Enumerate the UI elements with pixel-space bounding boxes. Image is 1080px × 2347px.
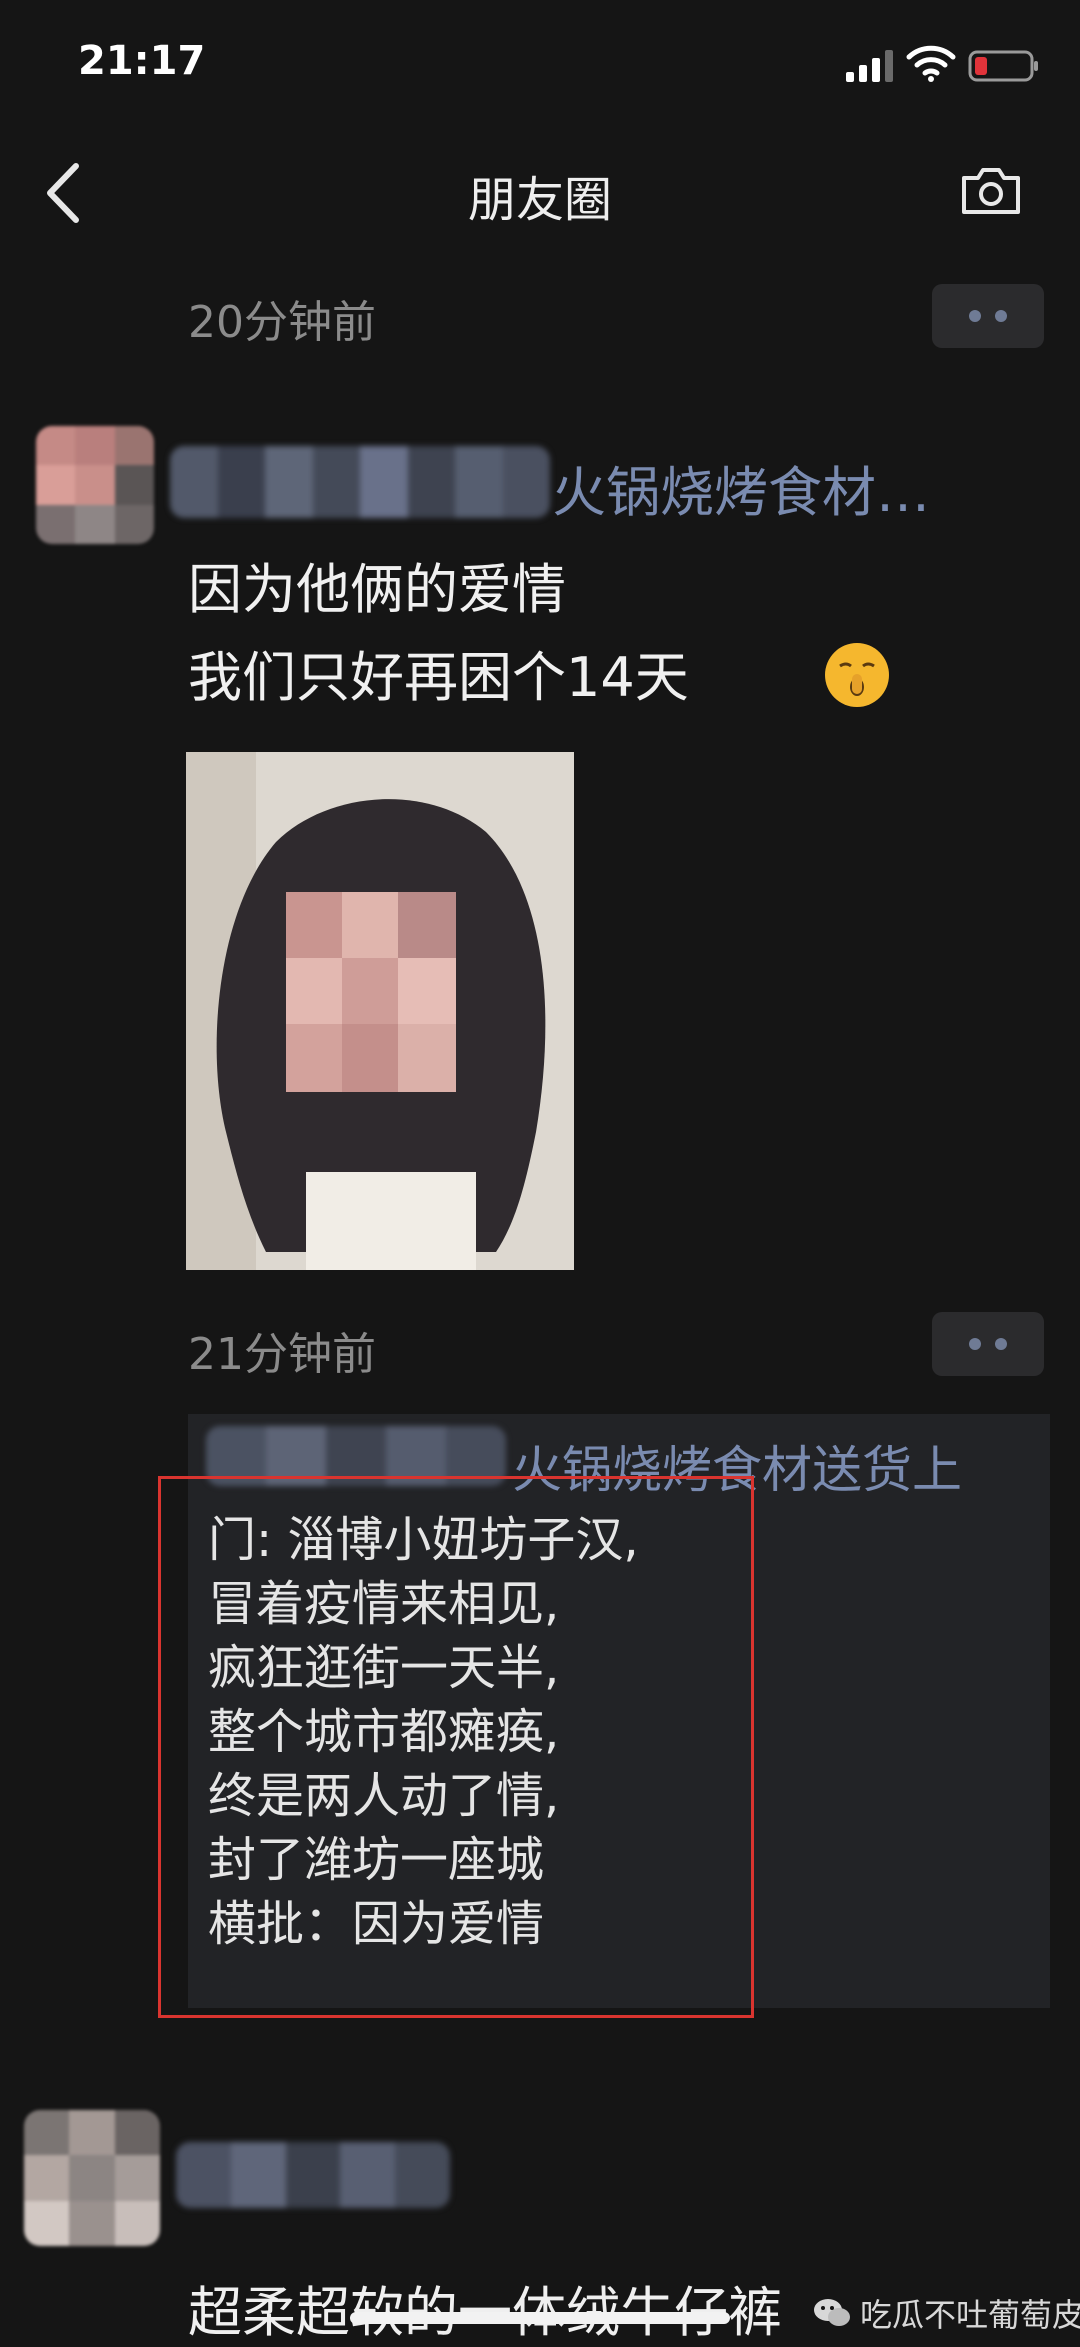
wifi-icon (906, 45, 956, 82)
more-dots-icon (969, 310, 981, 322)
post-photo[interactable] (186, 752, 574, 1270)
camera-icon[interactable] (960, 164, 1022, 216)
watermark: 吃瓜不吐葡萄皮 (812, 2290, 1080, 2336)
watermark-text: 吃瓜不吐葡萄皮 (860, 2296, 1080, 2334)
more-button[interactable] (932, 284, 1044, 348)
signal-icon (846, 50, 893, 82)
post-text-line-1: 因为他俩的爱情 (188, 558, 566, 621)
status-time: 21:17 (78, 38, 206, 84)
home-indicator[interactable] (350, 2312, 730, 2324)
wechat-logo-icon (814, 2299, 850, 2326)
battery-icon (968, 50, 1038, 82)
post-time: 21分钟前 (188, 1329, 376, 1380)
more-button[interactable] (932, 1312, 1044, 1376)
avatar[interactable] (36, 426, 154, 544)
highlight-frame (158, 1476, 754, 2018)
more-dots-icon (969, 1338, 981, 1350)
shush-emoji-icon (825, 643, 889, 707)
nickname-redacted (176, 2142, 450, 2208)
post-text-line-1: 超柔超软的一体绒牛仔裤 (188, 2268, 782, 2347)
post-time: 20分钟前 (188, 297, 376, 348)
post-text-line-2: 我们只好再困个14天 (188, 646, 689, 709)
page-title: 朋友圈 (467, 172, 612, 228)
avatar[interactable] (24, 2110, 160, 2246)
nickname-redacted (170, 446, 550, 518)
nickname[interactable]: 火锅烧烤食材… (552, 448, 930, 527)
